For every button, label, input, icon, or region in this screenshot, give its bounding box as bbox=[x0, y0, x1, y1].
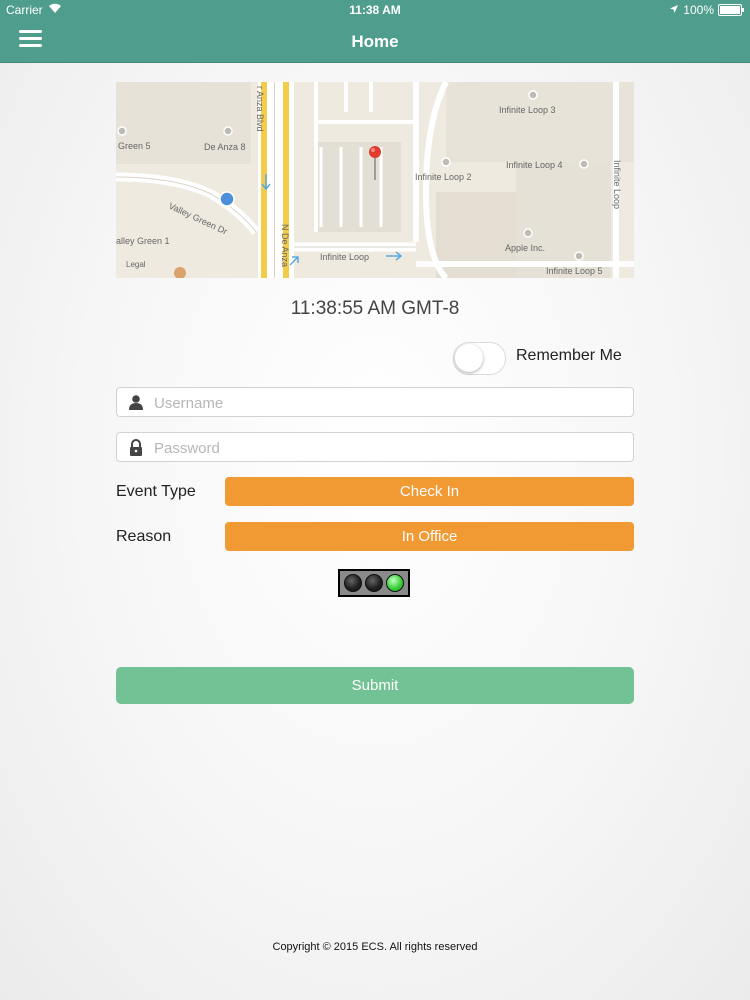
map-label-deanza-blvd: r Anza Blvd bbox=[255, 86, 265, 132]
battery-icon bbox=[718, 4, 744, 16]
reason-select[interactable]: In Office bbox=[225, 522, 634, 551]
map-label-n-deanza: N De Anza bbox=[280, 224, 290, 267]
map-label-infinite-loop5: Infinite Loop 5 bbox=[546, 266, 603, 276]
event-type-select[interactable]: Check In bbox=[225, 477, 634, 506]
reason-label: Reason bbox=[116, 528, 172, 545]
yellow-light-off bbox=[364, 574, 383, 592]
map-label-infinite-loop-side: Infinite Loop bbox=[612, 160, 622, 209]
username-input[interactable] bbox=[152, 391, 626, 415]
map-label-infinite-loop2: Infinite Loop 2 bbox=[415, 172, 472, 182]
lock-icon bbox=[128, 439, 144, 456]
battery-percent: 100% bbox=[683, 3, 714, 17]
remember-me-label: Remember Me bbox=[516, 347, 622, 364]
username-field-container bbox=[116, 387, 634, 417]
submit-button[interactable]: Submit bbox=[116, 667, 634, 704]
map-label-infinite-loop: Infinite Loop bbox=[320, 252, 369, 262]
toggle-knob bbox=[455, 344, 483, 372]
map-label-infinite-loop3: Infinite Loop 3 bbox=[499, 105, 556, 115]
nav-bar: Home bbox=[0, 20, 750, 63]
password-input[interactable] bbox=[152, 436, 626, 460]
map-label-valley-green1: alley Green 1 bbox=[116, 236, 170, 246]
green-light-on bbox=[386, 574, 405, 592]
map-label-infinite-loop4: Infinite Loop 4 bbox=[506, 160, 563, 170]
current-time: 11:38:55 AM GMT-8 bbox=[290, 298, 460, 319]
location-arrow-icon bbox=[669, 3, 679, 17]
user-icon bbox=[128, 394, 144, 410]
map-label-apple-inc: Apple Inc. bbox=[505, 243, 545, 253]
copyright-text: Copyright © 2015 ECS. All rights reserve… bbox=[272, 941, 478, 953]
status-traffic-light bbox=[338, 569, 410, 597]
red-light-off bbox=[343, 574, 362, 592]
map-legal-link[interactable]: Legal bbox=[126, 260, 146, 269]
map-label-green5: Green 5 bbox=[118, 141, 151, 151]
status-bar: Carrier 11:38 AM 100% bbox=[0, 0, 750, 20]
remember-me-toggle[interactable] bbox=[453, 342, 506, 375]
password-field-container bbox=[116, 432, 634, 462]
page-title: Home bbox=[351, 32, 399, 51]
event-type-label: Event Type bbox=[116, 483, 196, 500]
location-map[interactable]: Green 5 De Anza 8 r Anza Blvd N De Anza … bbox=[116, 82, 634, 278]
map-label-deanza8: De Anza 8 bbox=[204, 142, 246, 152]
status-time: 11:38 AM bbox=[349, 3, 401, 17]
